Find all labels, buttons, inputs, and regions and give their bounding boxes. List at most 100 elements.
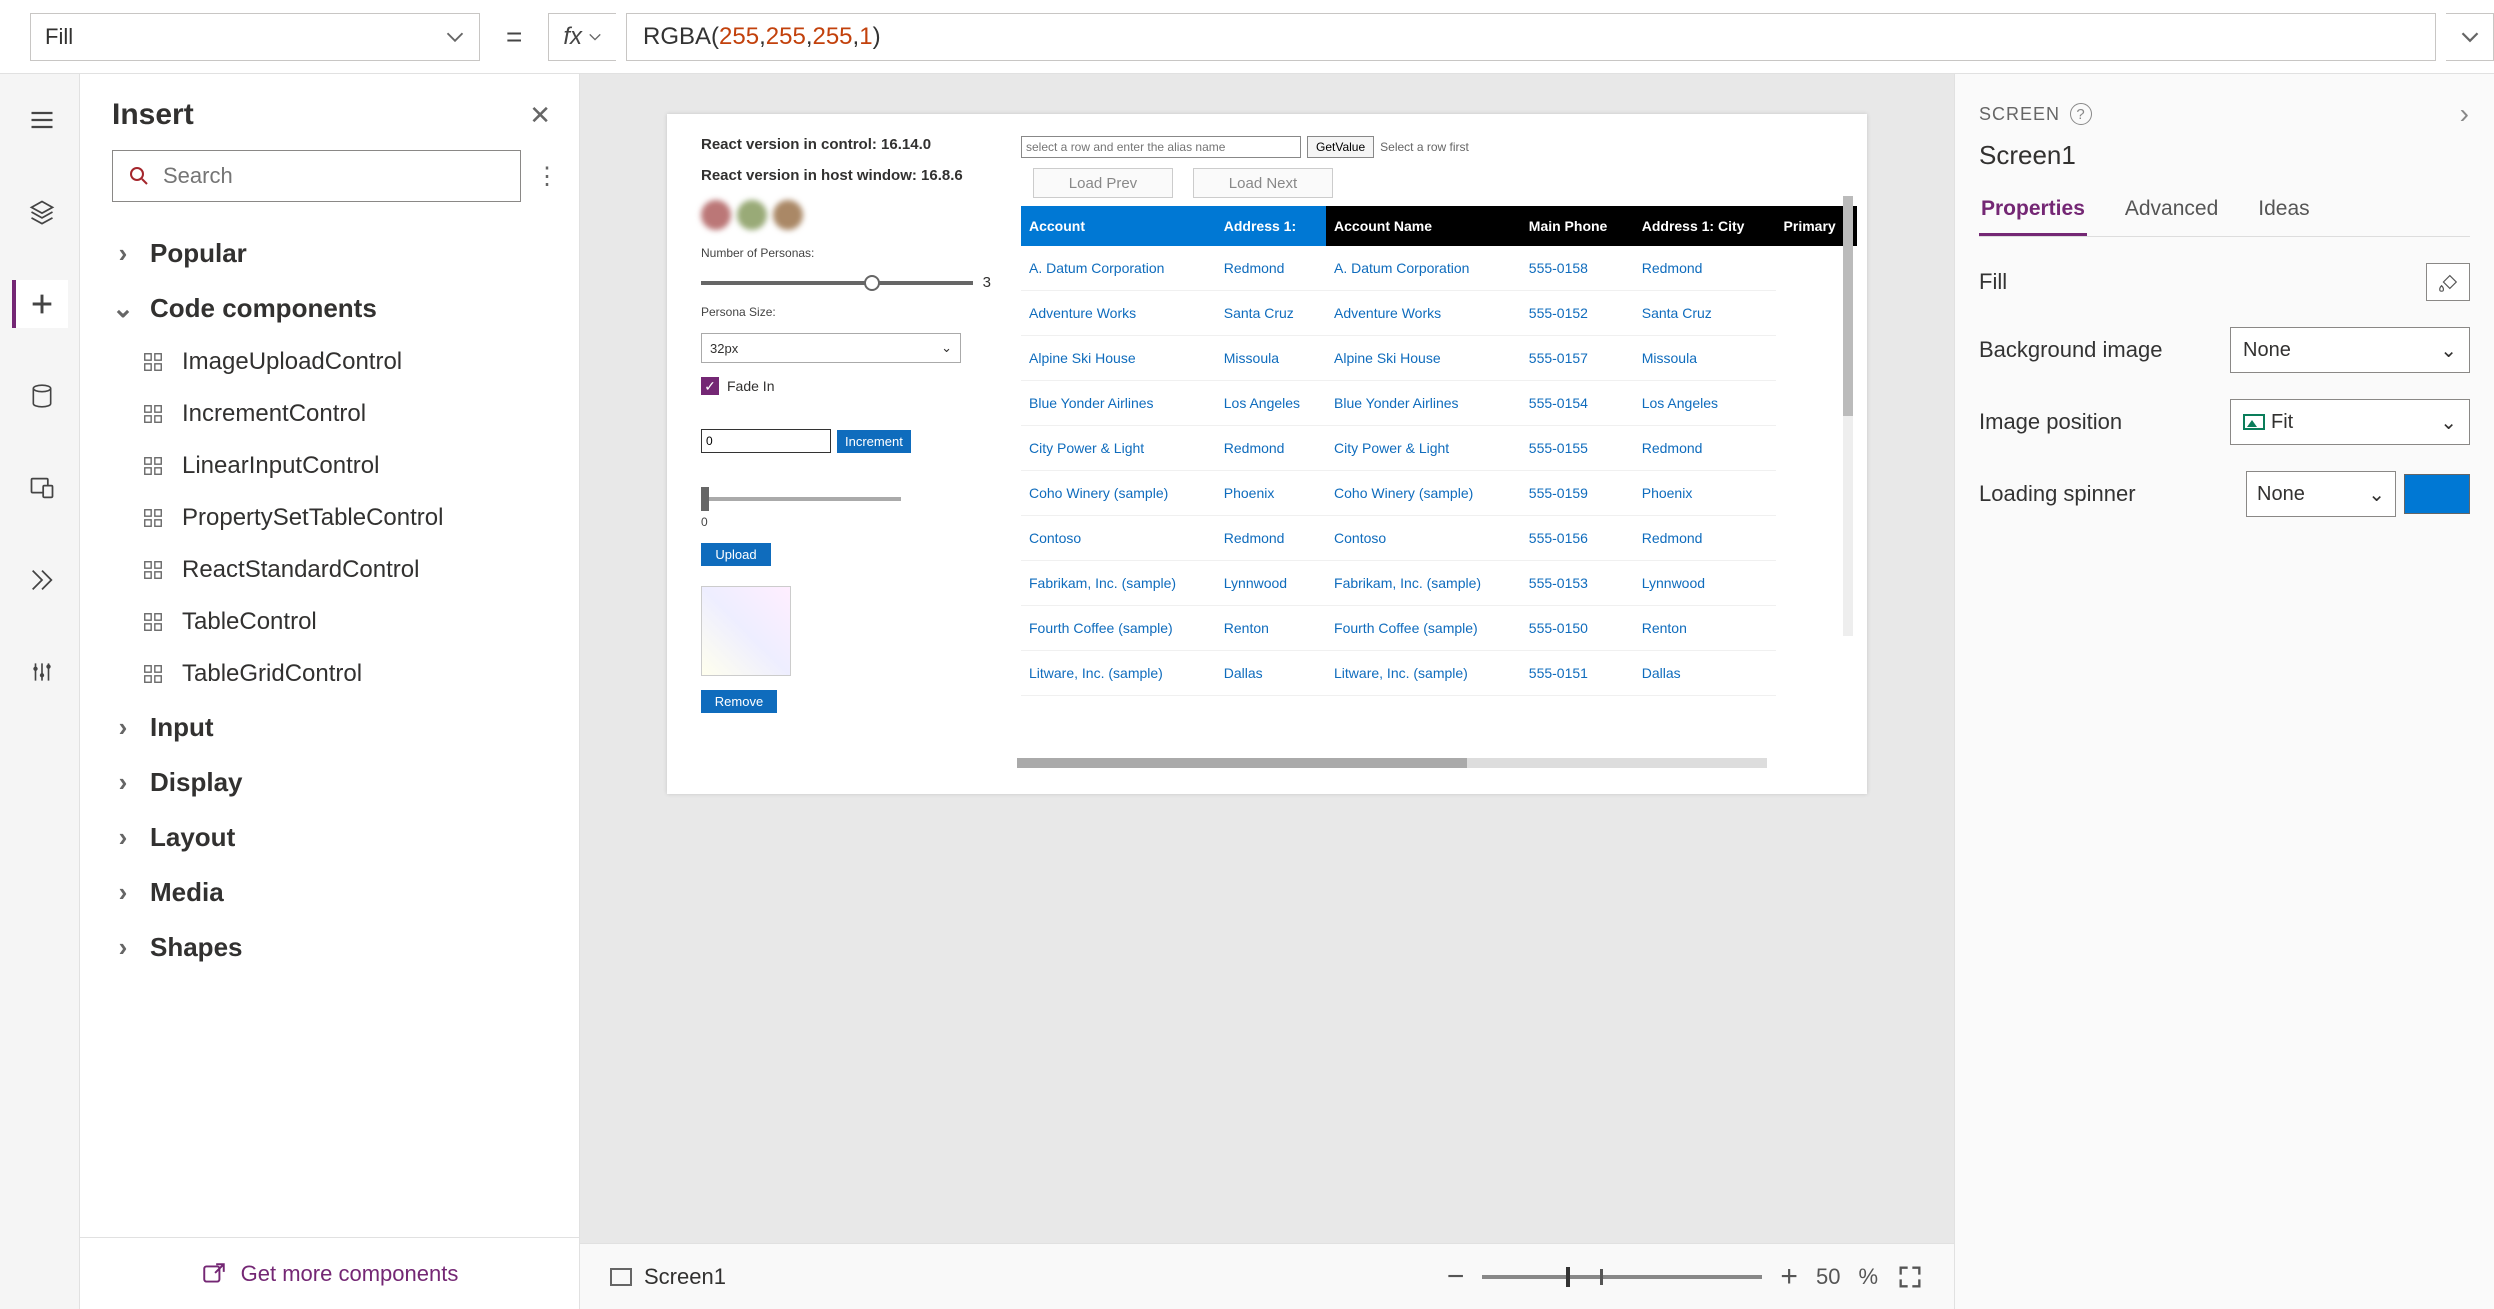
table-cell[interactable]: Fourth Coffee (sample) xyxy=(1021,606,1216,651)
tab-ideas[interactable]: Ideas xyxy=(2256,189,2311,236)
increment-input[interactable] xyxy=(701,429,831,453)
table-row[interactable]: Alpine Ski HouseMissoulaAlpine Ski House… xyxy=(1021,336,1857,381)
fill-color-button[interactable] xyxy=(2426,263,2470,301)
fx-button[interactable]: fx xyxy=(548,13,616,61)
component-propertysettablecontrol[interactable]: PropertySetTableControl xyxy=(80,492,579,544)
table-cell[interactable]: Redmond xyxy=(1634,246,1776,291)
rail-insert[interactable] xyxy=(12,280,68,328)
table-cell[interactable]: Fabrikam, Inc. (sample) xyxy=(1326,561,1521,606)
search-input[interactable] xyxy=(163,163,506,189)
table-row[interactable]: Adventure WorksSanta CruzAdventure Works… xyxy=(1021,291,1857,336)
load-next-button[interactable]: Load Next xyxy=(1193,168,1333,198)
property-selector[interactable]: Fill xyxy=(30,13,480,61)
upload-button[interactable]: Upload xyxy=(701,543,771,566)
table-cell[interactable]: Los Angeles xyxy=(1216,381,1326,426)
remove-button[interactable]: Remove xyxy=(701,690,777,713)
table-cell[interactable]: 555-0151 xyxy=(1521,651,1634,696)
table-cell[interactable]: Adventure Works xyxy=(1021,291,1216,336)
table-cell[interactable]: 555-0155 xyxy=(1521,426,1634,471)
component-tablecontrol[interactable]: TableControl xyxy=(80,596,579,648)
table-cell[interactable]: 555-0157 xyxy=(1521,336,1634,381)
load-prev-button[interactable]: Load Prev xyxy=(1033,168,1173,198)
slider-thumb[interactable] xyxy=(864,275,880,291)
component-linearinputcontrol[interactable]: LinearInputControl xyxy=(80,440,579,492)
zoom-in-button[interactable]: + xyxy=(1780,1260,1798,1294)
img-pos-dropdown[interactable]: Fit⌄ xyxy=(2230,399,2470,445)
alias-input[interactable] xyxy=(1021,136,1301,158)
table-cell[interactable]: 555-0150 xyxy=(1521,606,1634,651)
table-cell[interactable]: 555-0156 xyxy=(1521,516,1634,561)
table-cell[interactable]: Alpine Ski House xyxy=(1326,336,1521,381)
table-cell[interactable]: 555-0152 xyxy=(1521,291,1634,336)
component-incrementcontrol[interactable]: IncrementControl xyxy=(80,388,579,440)
expand-formula-button[interactable] xyxy=(2446,13,2494,61)
persona-size-dropdown[interactable]: 32px⌄ xyxy=(701,333,961,363)
table-cell[interactable]: Phoenix xyxy=(1634,471,1776,516)
table-row[interactable]: Fourth Coffee (sample)RentonFourth Coffe… xyxy=(1021,606,1857,651)
help-icon[interactable]: ? xyxy=(2070,103,2092,125)
group-input[interactable]: ›Input xyxy=(80,700,579,755)
table-vertical-scrollbar[interactable] xyxy=(1843,196,1853,636)
table-cell[interactable]: Dallas xyxy=(1216,651,1326,696)
table-row[interactable]: Coho Winery (sample)PhoenixCoho Winery (… xyxy=(1021,471,1857,516)
table-cell[interactable]: Litware, Inc. (sample) xyxy=(1021,651,1216,696)
num-personas-slider[interactable] xyxy=(701,281,973,285)
table-row[interactable]: Fabrikam, Inc. (sample)LynnwoodFabrikam,… xyxy=(1021,561,1857,606)
increment-button[interactable]: Increment xyxy=(837,430,911,453)
rail-data[interactable] xyxy=(12,372,68,420)
app-screen[interactable]: React version in control: 16.14.0 React … xyxy=(667,114,1867,794)
spinner-dropdown[interactable]: None⌄ xyxy=(2246,471,2396,517)
table-horizontal-scrollbar[interactable] xyxy=(1017,758,1767,768)
get-more-components-button[interactable]: Get more components xyxy=(80,1237,579,1309)
table-cell[interactable]: 555-0158 xyxy=(1521,246,1634,291)
canvas-viewport[interactable]: React version in control: 16.14.0 React … xyxy=(580,74,1954,1243)
bg-image-dropdown[interactable]: None⌄ xyxy=(2230,327,2470,373)
table-cell[interactable]: Phoenix xyxy=(1216,471,1326,516)
table-cell[interactable]: Fabrikam, Inc. (sample) xyxy=(1021,561,1216,606)
table-cell[interactable]: Los Angeles xyxy=(1634,381,1776,426)
table-cell[interactable]: Redmond xyxy=(1216,426,1326,471)
table-cell[interactable]: Fourth Coffee (sample) xyxy=(1326,606,1521,651)
table-cell[interactable]: Lynnwood xyxy=(1634,561,1776,606)
table-header[interactable]: Account xyxy=(1021,206,1216,246)
table-header[interactable]: Address 1: xyxy=(1216,206,1326,246)
table-cell[interactable]: Lynnwood xyxy=(1216,561,1326,606)
group-display[interactable]: ›Display xyxy=(80,755,579,810)
rail-media[interactable] xyxy=(12,464,68,512)
table-header[interactable]: Address 1: City xyxy=(1634,206,1776,246)
search-input-wrapper[interactable] xyxy=(112,150,521,202)
table-cell[interactable]: City Power & Light xyxy=(1326,426,1521,471)
table-cell[interactable]: 555-0154 xyxy=(1521,381,1634,426)
table-cell[interactable]: Alpine Ski House xyxy=(1021,336,1216,381)
table-cell[interactable]: Redmond xyxy=(1634,426,1776,471)
formula-input[interactable]: RGBA(255, 255, 255, 1) xyxy=(626,13,2436,61)
table-cell[interactable]: Contoso xyxy=(1021,516,1216,561)
table-cell[interactable]: City Power & Light xyxy=(1021,426,1216,471)
table-cell[interactable]: Missoula xyxy=(1216,336,1326,381)
getvalue-button[interactable]: GetValue xyxy=(1307,136,1374,158)
component-imageuploadcontrol[interactable]: ImageUploadControl xyxy=(80,336,579,388)
table-cell[interactable]: 555-0159 xyxy=(1521,471,1634,516)
table-cell[interactable]: Blue Yonder Airlines xyxy=(1021,381,1216,426)
table-header[interactable]: Main Phone xyxy=(1521,206,1634,246)
rail-hamburger[interactable] xyxy=(12,96,68,144)
fit-to-screen-button[interactable] xyxy=(1896,1263,1924,1291)
table-cell[interactable]: Redmond xyxy=(1634,516,1776,561)
table-row[interactable]: Litware, Inc. (sample)DallasLitware, Inc… xyxy=(1021,651,1857,696)
table-cell[interactable]: Litware, Inc. (sample) xyxy=(1326,651,1521,696)
zoom-slider[interactable] xyxy=(1482,1275,1762,1279)
table-cell[interactable]: Renton xyxy=(1216,606,1326,651)
table-cell[interactable]: Redmond xyxy=(1216,516,1326,561)
tab-advanced[interactable]: Advanced xyxy=(2123,189,2220,236)
more-options-button[interactable]: ⋮ xyxy=(535,162,559,191)
table-header[interactable]: Account Name xyxy=(1326,206,1521,246)
group-layout[interactable]: ›Layout xyxy=(80,810,579,865)
table-row[interactable]: City Power & LightRedmondCity Power & Li… xyxy=(1021,426,1857,471)
table-cell[interactable]: Santa Cruz xyxy=(1216,291,1326,336)
table-row[interactable]: Blue Yonder AirlinesLos AngelesBlue Yond… xyxy=(1021,381,1857,426)
spinner-color-swatch[interactable] xyxy=(2404,474,2470,514)
table-cell[interactable]: 555-0153 xyxy=(1521,561,1634,606)
table-cell[interactable]: Coho Winery (sample) xyxy=(1326,471,1521,516)
group-media[interactable]: ›Media xyxy=(80,865,579,920)
table-cell[interactable]: Dallas xyxy=(1634,651,1776,696)
